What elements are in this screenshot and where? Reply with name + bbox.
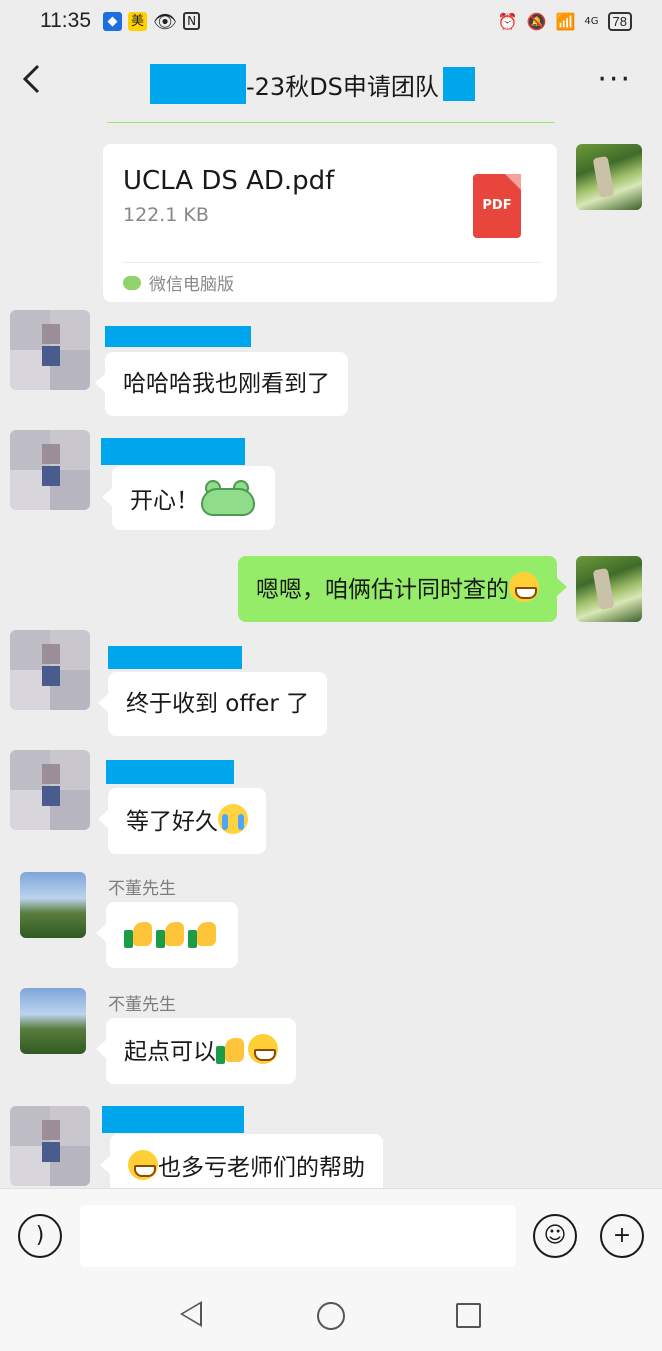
- system-nav-bar: [0, 1281, 662, 1351]
- message-row: 开心！: [0, 430, 662, 550]
- status-right: ⏰ 🔕 📶 4G 78: [497, 11, 632, 31]
- nav-home-button[interactable]: [317, 1302, 345, 1330]
- message-bubble[interactable]: 也多亏老师们的帮助: [100, 1134, 383, 1188]
- thumbs-up-emoji-icon: [124, 918, 154, 948]
- avatar[interactable]: [576, 144, 642, 210]
- status-time: 11:35: [40, 9, 91, 32]
- message-bubble[interactable]: 哈哈哈我也刚看到了: [95, 352, 348, 416]
- smiley-icon: ☺: [543, 1223, 567, 1248]
- emoji-button[interactable]: ☺: [533, 1214, 577, 1258]
- chat-area[interactable]: UCLA DS AD.pdf 122.1 KB PDF 微信电脑版 哈哈哈我也刚…: [0, 122, 662, 1188]
- message-bubble[interactable]: [96, 902, 238, 968]
- chat-title-wrap: -23秋DS申请团队: [150, 64, 475, 104]
- sender-name-redacted: [105, 326, 251, 347]
- crying-emoji-icon: [218, 804, 248, 834]
- pdf-icon: PDF: [473, 174, 521, 238]
- network-label: 4G: [584, 15, 599, 27]
- message-bubble[interactable]: 终于收到 offer 了: [97, 672, 328, 736]
- message-input[interactable]: [80, 1205, 516, 1267]
- alarm-icon: ⏰: [497, 11, 518, 31]
- message-row: 不董先生 起点可以: [0, 988, 662, 1096]
- voice-icon: ): [35, 1223, 45, 1248]
- plus-icon: +: [612, 1223, 632, 1248]
- avatar[interactable]: [10, 1106, 90, 1186]
- message-text: 起点可以: [124, 1039, 216, 1065]
- message-row: UCLA DS AD.pdf 122.1 KB PDF 微信电脑版: [0, 122, 662, 312]
- message-text: 等了好久: [126, 809, 218, 835]
- grin-emoji-icon: [248, 1034, 278, 1064]
- message-bubble[interactable]: 等了好久: [98, 788, 266, 854]
- chevron-left-icon: [22, 64, 40, 94]
- sender-name-redacted: [108, 646, 242, 669]
- message-row: 嗯嗯，咱俩估计同时查的: [0, 554, 662, 624]
- more-button[interactable]: ···: [597, 62, 632, 97]
- avatar[interactable]: [576, 556, 642, 622]
- file-source: 微信电脑版: [123, 270, 234, 295]
- frog-sticker-icon: [199, 478, 257, 518]
- file-source-label: 微信电脑版: [149, 275, 234, 295]
- message-row: 不董先生: [0, 872, 662, 980]
- thumbs-up-emoji-icon: [188, 918, 218, 948]
- message-row: 等了好久: [0, 750, 662, 862]
- sender-name-redacted: [101, 438, 245, 465]
- message-text: 嗯嗯，咱俩估计同时查的: [256, 577, 509, 603]
- chat-header: -23秋DS申请团队 ···: [0, 42, 662, 122]
- avatar[interactable]: [10, 750, 90, 830]
- avatar[interactable]: [10, 630, 90, 710]
- battery-icon: 78: [607, 11, 632, 31]
- grin-emoji-icon: [509, 572, 539, 602]
- input-bar: ) ☺ +: [0, 1188, 662, 1281]
- avatar[interactable]: [20, 872, 86, 938]
- sender-name: 不董先生: [108, 995, 176, 1015]
- thumbs-up-emoji-icon: [216, 1034, 246, 1064]
- avatar[interactable]: [20, 988, 86, 1054]
- message-text: 也多亏老师们的帮助: [158, 1155, 365, 1181]
- thumbs-up-emoji-icon: [156, 918, 186, 948]
- grin-emoji-icon: [128, 1150, 158, 1180]
- divider: [123, 262, 541, 263]
- message-bubble[interactable]: 开心！: [102, 466, 275, 530]
- eye-icon: 👁: [153, 10, 178, 33]
- mute-icon: 🔕: [526, 11, 547, 31]
- back-button[interactable]: [20, 62, 50, 102]
- wifi-icon: 📶: [555, 11, 576, 31]
- sender-name-redacted: [106, 760, 234, 784]
- meituan-icon: 美: [128, 11, 147, 31]
- nav-recents-button[interactable]: [456, 1303, 481, 1328]
- wechat-icon: [123, 275, 141, 290]
- sender-name: 不董先生: [108, 879, 176, 899]
- voice-button[interactable]: ): [18, 1214, 62, 1258]
- file-size: 122.1 KB: [123, 204, 209, 226]
- message-row: 也多亏老师们的帮助: [0, 1106, 662, 1188]
- status-bar: 11:35 ◆ 美 👁 N ⏰ 🔕 📶 4G 78: [0, 0, 662, 42]
- redacted-block: [442, 67, 475, 101]
- more-functions-button[interactable]: +: [600, 1214, 644, 1258]
- map-icon: ◆: [103, 11, 122, 31]
- message-bubble[interactable]: 嗯嗯，咱俩估计同时查的: [238, 556, 567, 622]
- chat-title: -23秋DS申请团队: [246, 72, 439, 101]
- message-text: 开心！: [130, 488, 199, 514]
- file-message[interactable]: UCLA DS AD.pdf 122.1 KB PDF 微信电脑版: [103, 144, 557, 302]
- nav-back-button[interactable]: [180, 1301, 202, 1327]
- message-row: 终于收到 offer 了: [0, 630, 662, 742]
- avatar[interactable]: [10, 310, 90, 390]
- message-row: 哈哈哈我也刚看到了: [0, 310, 662, 420]
- redacted-block: [150, 64, 246, 104]
- nfc-icon: N: [183, 12, 201, 30]
- avatar[interactable]: [10, 430, 90, 510]
- file-name: UCLA DS AD.pdf: [123, 166, 335, 196]
- message-bubble[interactable]: 起点可以: [96, 1018, 296, 1084]
- sender-name-redacted: [102, 1106, 244, 1133]
